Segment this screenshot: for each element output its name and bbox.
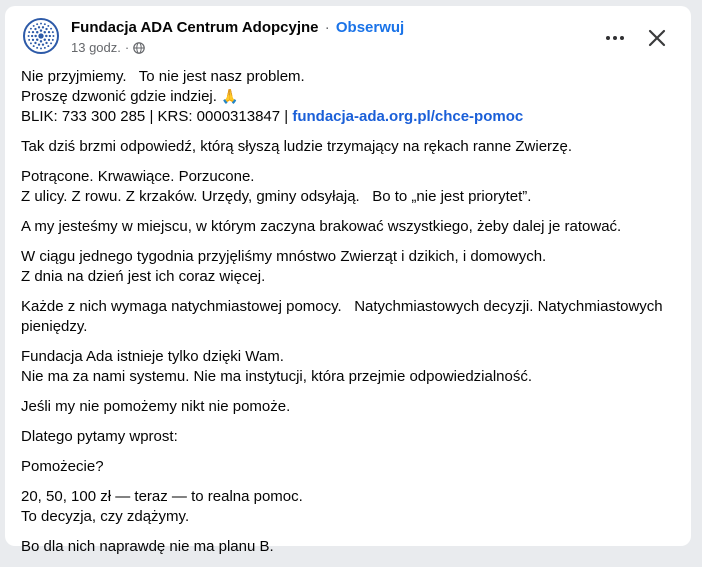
page-name[interactable]: Fundacja ADA Centrum Adopcyjne [71,19,319,36]
text-line: Nie ma za nami systemu. Nie ma instytucj… [21,368,533,385]
donation-link[interactable]: fundacja-ada.org.pl/chce-pomoc [292,108,523,125]
donation-info: BLIK: 733 300 285 | KRS: 0000313847 | [21,108,293,125]
post-card: Fundacja ADA Centrum Adopcyjne · Obserwu… [5,6,691,555]
page-name-line: Fundacja ADA Centrum Adopcyjne · Obserwu… [71,19,404,36]
page-avatar[interactable] [23,18,59,54]
close-icon[interactable] [643,24,671,52]
text-line: W ciągu jednego tygodnia przyjęliśmy mnó… [21,248,547,265]
paragraph: Tak dziś brzmi odpowiedź, którą słyszą l… [21,138,573,155]
paragraph: Każde z nich wymaga natychmiastowej pomo… [21,298,667,335]
paragraph: Jeśli my nie pomożemy nikt nie pomoże. [21,398,291,415]
text-line: Z dnia na dzień jest ich coraz więcej. [21,268,266,285]
paragraph: Fundacja Ada istnieje tylko dzięki Wam. … [21,347,677,387]
post-meta: 13 godz. · [71,40,146,55]
dot [620,36,624,40]
more-dots-icon[interactable] [601,28,629,48]
foundation-logo-icon [27,22,55,50]
dot [606,36,610,40]
globe-icon[interactable] [133,41,146,54]
paragraph: Potrącone. Krwawiące. Porzucone. Z ulicy… [21,167,677,207]
text-line: Potrącone. Krwawiące. Porzucone. [21,168,255,185]
pray-emoji-icon: 🙏 [221,89,239,105]
separator-dot: · [324,19,330,36]
paragraph-intro: Nie przyjmiemy. To nie jest nasz problem… [21,67,677,127]
paragraph: 20, 50, 100 zł — teraz — to realna pomoc… [21,487,677,527]
paragraph: A my jesteśmy w miejscu, w którym zaczyn… [21,218,622,235]
text-line: 20, 50, 100 zł — teraz — to realna pomoc… [21,488,303,505]
post-time[interactable]: 13 godz. [71,40,121,55]
meta-separator: · [124,40,130,55]
paragraph: Pomożecie? [21,458,104,475]
paragraph: Bo dla nich naprawdę nie ma planu B. [21,538,274,555]
paragraph: W ciągu jednego tygodnia przyjęliśmy mnó… [21,247,677,287]
paragraph: Dlatego pytamy wprost: [21,428,178,445]
follow-button[interactable]: Obserwuj [336,19,404,36]
text-line: Fundacja Ada istnieje tylko dzięki Wam. [21,348,284,365]
text-line: Proszę dzwonić gdzie indziej. [21,88,222,105]
post-header: Fundacja ADA Centrum Adopcyjne · Obserwu… [21,16,675,64]
text-line: Nie przyjmiemy. To nie jest nasz problem… [21,68,305,85]
post-body: Nie przyjmiemy. To nie jest nasz problem… [21,67,677,567]
dot [613,36,617,40]
text-line: To decyzja, czy zdążymy. [21,508,190,525]
text-line: Z ulicy. Z rowu. Z krzaków. Urzędy, gmin… [21,188,532,205]
